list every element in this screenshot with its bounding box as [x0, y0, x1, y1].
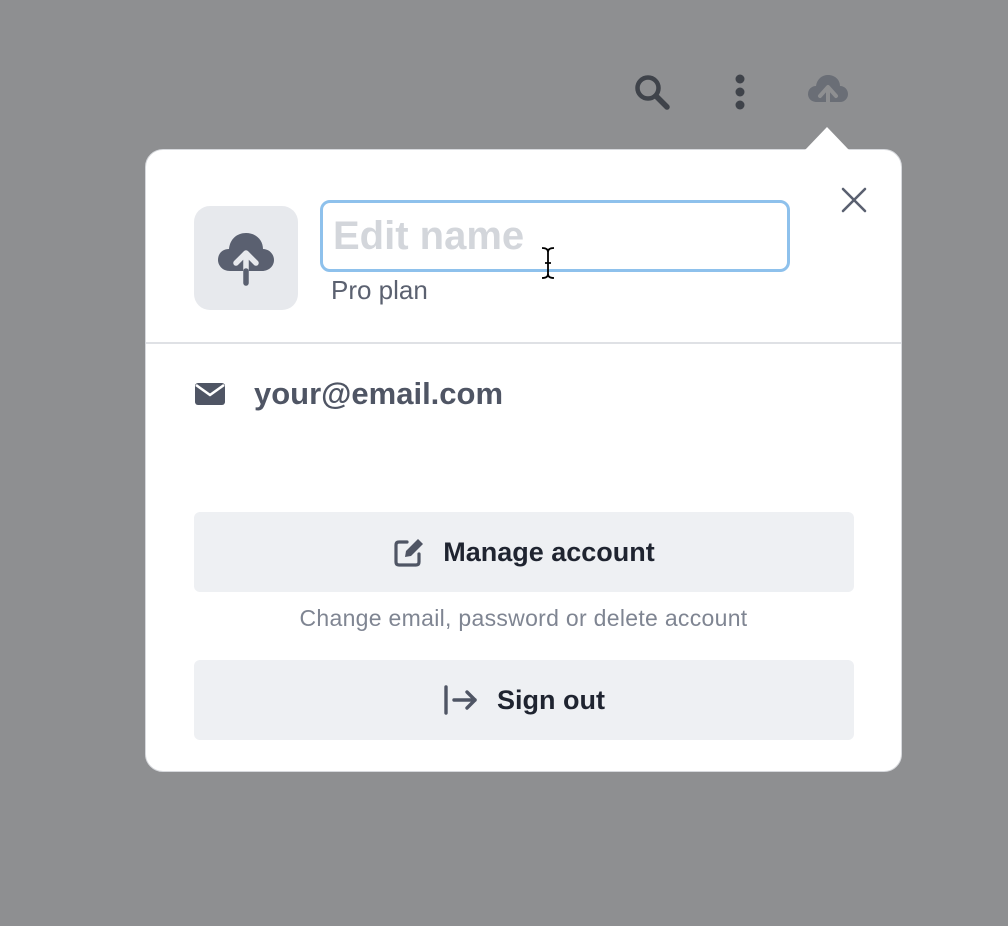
close-button[interactable] [836, 182, 872, 218]
plan-label: Pro plan [331, 275, 428, 305]
account-menu-button[interactable] [804, 68, 852, 116]
text-cursor-icon [539, 246, 557, 285]
more-vertical-icon [735, 74, 745, 110]
edit-icon [393, 536, 425, 568]
manage-account-hint: Change email, password or delete account [299, 605, 748, 631]
search-button[interactable] [628, 68, 676, 116]
sign-out-button[interactable]: Sign out [194, 660, 854, 740]
cloud-upload-icon [808, 75, 848, 112]
manage-account-label: Manage account [443, 536, 655, 567]
account-popover: Pro plan your@email.com Manage account C… [145, 149, 902, 772]
more-options-button[interactable] [716, 68, 764, 116]
sign-out-icon [443, 685, 479, 715]
sign-out-label: Sign out [497, 684, 605, 715]
divider [146, 342, 901, 344]
envelope-icon [194, 380, 230, 408]
email-text: your@email.com [254, 376, 504, 411]
search-icon [635, 75, 670, 110]
manage-account-button[interactable]: Manage account [194, 512, 854, 592]
close-icon [841, 187, 867, 213]
avatar [194, 206, 298, 310]
popover-arrow [805, 127, 849, 150]
cloud-upload-icon [218, 233, 274, 286]
email-row: your@email.com [194, 374, 503, 414]
